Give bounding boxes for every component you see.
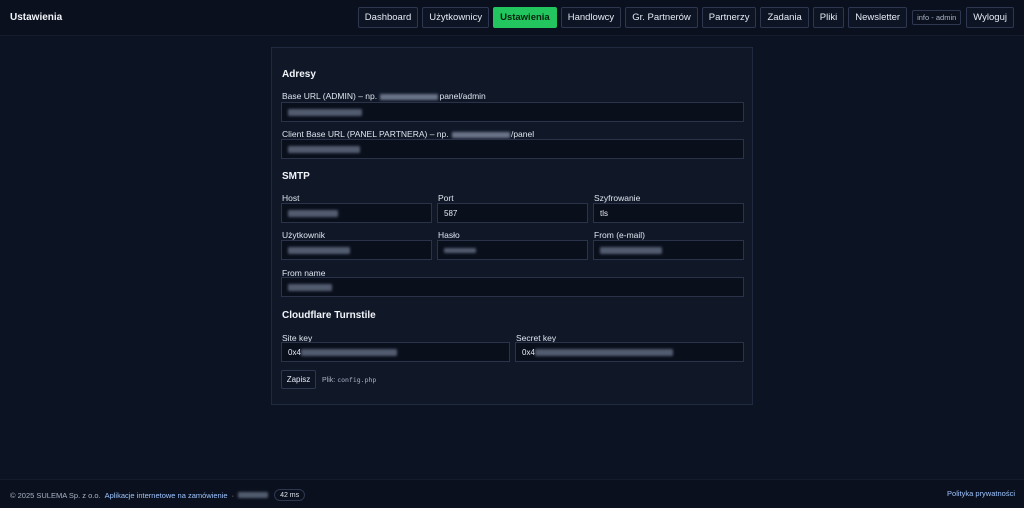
from-email-input[interactable]	[593, 240, 744, 260]
redacted-value	[444, 247, 476, 253]
nav-partner-groups[interactable]: Gr. Partnerów	[625, 7, 698, 28]
copyright-text: © 2025 SULEMA Sp. z o.o.	[10, 490, 101, 500]
page-title: Ustawienia	[10, 12, 63, 23]
top-bar: Ustawienia Dashboard Użytkownicy Ustawie…	[0, 0, 1024, 36]
nav-users[interactable]: Użytkownicy	[422, 7, 490, 28]
port-input[interactable]: 587	[437, 203, 588, 223]
client-url-label: Client Base URL (PANEL PARTNERA) – np. /…	[282, 129, 535, 139]
company-link[interactable]: Aplikacje internetowe na zamówienie	[105, 491, 228, 500]
nav-newsletter[interactable]: Newsletter	[848, 7, 908, 28]
redacted-value	[300, 348, 397, 356]
redacted-value	[288, 145, 360, 153]
redacted-value	[534, 348, 673, 356]
redacted-value	[600, 246, 662, 254]
client-url-input[interactable]	[281, 139, 744, 159]
section-title-turnstile: Cloudflare Turnstile	[282, 310, 376, 321]
redacted-value	[288, 108, 362, 116]
from-name-input[interactable]	[281, 277, 744, 297]
nav-files[interactable]: Pliki	[812, 7, 845, 28]
logout-button[interactable]: Wyloguj	[966, 7, 1014, 28]
user-badge: info - admin	[912, 10, 962, 25]
main-nav: Dashboard Użytkownicy Ustawienia Handlow…	[357, 7, 1014, 28]
user-label: Użytkownik	[282, 230, 325, 240]
base-url-label: Base URL (ADMIN) – np. panel/admin	[282, 91, 486, 101]
settings-card: Adresy Base URL (ADMIN) – np. panel/admi…	[271, 47, 753, 405]
user-input[interactable]	[281, 240, 432, 260]
render-time-badge: 42 ms	[274, 489, 306, 501]
site-key-input[interactable]: 0x4	[281, 342, 510, 362]
redacted-value	[288, 246, 350, 254]
footer: © 2025 SULEMA Sp. z o.o. Aplikacje inter…	[0, 479, 1024, 508]
section-title-addresses: Adresy	[282, 69, 316, 80]
redacted-value	[288, 283, 332, 291]
redacted-text	[380, 93, 439, 100]
host-input[interactable]	[281, 203, 432, 223]
password-label: Hasło	[438, 230, 460, 240]
host-label: Host	[282, 193, 300, 203]
config-file-name: config.php	[337, 376, 377, 384]
config-file-note: Plik: config.php	[322, 376, 377, 384]
encryption-label: Szyfrowanie	[594, 193, 641, 203]
redacted-value	[238, 492, 269, 498]
from-email-label: From (e-mail)	[594, 230, 645, 240]
encryption-input[interactable]: tls	[593, 203, 744, 223]
redacted-text	[451, 131, 510, 138]
port-label: Port	[438, 193, 454, 203]
secret-key-input[interactable]: 0x4	[515, 342, 744, 362]
privacy-policy-link[interactable]: Polityka prywatności	[947, 489, 1015, 498]
redacted-value	[288, 209, 338, 217]
base-url-input[interactable]	[281, 102, 744, 122]
section-title-smtp: SMTP	[282, 171, 310, 182]
footer-separator: ·	[231, 490, 235, 500]
nav-dashboard[interactable]: Dashboard	[357, 7, 419, 28]
password-input[interactable]	[437, 240, 588, 260]
nav-salespeople[interactable]: Handlowcy	[560, 7, 622, 28]
nav-settings[interactable]: Ustawienia	[493, 7, 557, 28]
nav-partners[interactable]: Partnerzy	[701, 7, 757, 28]
footer-left: © 2025 SULEMA Sp. z o.o. Aplikacje inter…	[10, 489, 306, 501]
nav-tasks[interactable]: Zadania	[760, 7, 809, 28]
save-button[interactable]: Zapisz	[281, 370, 316, 389]
